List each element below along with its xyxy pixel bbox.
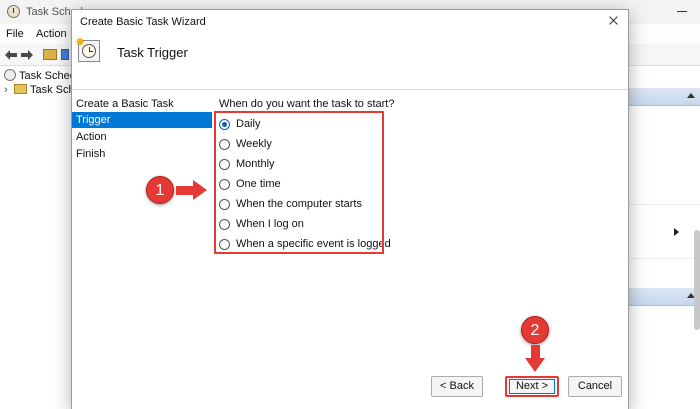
back-arrow-icon[interactable] xyxy=(4,49,18,61)
focus-ring xyxy=(509,379,555,394)
sparkle-icon: ✸ xyxy=(75,35,86,49)
cancel-button[interactable]: Cancel xyxy=(568,376,622,397)
divider xyxy=(629,204,700,205)
tree-item-task-scheduler-library[interactable]: › Task Sche xyxy=(4,84,81,96)
menu-action[interactable]: Action xyxy=(36,28,67,40)
divider xyxy=(629,258,700,259)
chevron-right-icon[interactable]: › xyxy=(4,84,12,96)
step-create-basic-task[interactable]: Create a Basic Task xyxy=(72,96,212,112)
step-action[interactable]: Action xyxy=(72,129,212,145)
folder-icon xyxy=(14,84,27,94)
tree-item-task-scheduler[interactable]: Task Schedu xyxy=(4,69,82,82)
dialog-header: ✸ Task Trigger xyxy=(72,32,628,90)
menu-file[interactable]: File xyxy=(6,28,24,40)
step-2-badge: 2 xyxy=(521,316,549,344)
step-finish[interactable]: Finish xyxy=(72,146,212,162)
submenu-arrow-icon[interactable] xyxy=(674,228,679,236)
step-1-badge: 1 xyxy=(146,176,174,204)
dialog-titlebar: Create Basic Task Wizard xyxy=(72,10,628,32)
clock-icon xyxy=(4,69,16,81)
close-icon[interactable] xyxy=(602,12,624,30)
show-hide-tree-icon[interactable] xyxy=(61,49,69,60)
minimize-icon[interactable] xyxy=(672,2,692,20)
task-wizard-icon: ✸ xyxy=(75,35,100,62)
arrow-right-icon xyxy=(176,186,194,195)
selected-item-section-header[interactable] xyxy=(629,288,700,306)
page-title: Task Trigger xyxy=(117,45,188,60)
actions-section-header[interactable] xyxy=(629,88,700,106)
dialog-title: Create Basic Task Wizard xyxy=(80,16,206,28)
collapse-caret-icon xyxy=(687,93,695,98)
task-scheduler-clock-icon xyxy=(7,5,20,18)
actions-pane xyxy=(628,66,700,409)
arrow-down-icon xyxy=(531,345,540,359)
folder-up-icon[interactable] xyxy=(43,49,57,60)
forward-arrow-icon[interactable] xyxy=(20,49,34,61)
create-basic-task-wizard: Create Basic Task Wizard ✸ Task Trigger … xyxy=(72,10,628,409)
next-button[interactable]: Next > xyxy=(505,376,559,397)
wizard-steps-nav: Create a Basic Task Trigger Action Finis… xyxy=(72,90,212,409)
actions-scrollbar[interactable] xyxy=(694,230,700,330)
arrow-down-head-icon xyxy=(525,358,545,372)
options-highlight-box xyxy=(214,111,384,254)
step-trigger[interactable]: Trigger xyxy=(72,112,212,128)
arrow-right-head-icon xyxy=(193,180,207,200)
back-button[interactable]: < Back xyxy=(431,376,483,397)
navigation-tree: Task Schedu › Task Sche xyxy=(0,66,82,409)
trigger-question: When do you want the task to start? xyxy=(219,98,395,110)
